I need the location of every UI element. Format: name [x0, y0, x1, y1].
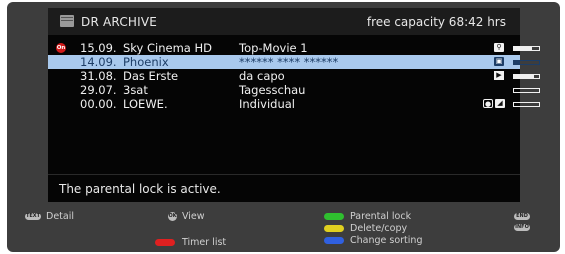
recording-date: 15.09. [80, 41, 117, 55]
recording-station: Sky Cinema HD [123, 41, 213, 55]
archive-panel: DR ARCHIVE free capacity 68:42 hrs On 15… [48, 8, 540, 202]
recording-progress-bar [513, 60, 540, 65]
change-sorting-action[interactable]: Change sorting [350, 235, 422, 246]
recording-progress-bar [513, 88, 540, 93]
recording-programme: Tagesschau [239, 83, 306, 97]
recording-station: Das Erste [123, 69, 179, 83]
timer-list-action[interactable]: Timer list [182, 237, 226, 248]
ok-key-icon: OK [168, 212, 177, 221]
status-message: The parental lock is active. [59, 182, 221, 196]
remote-key-legend: TEXT Detail OK View Timer list Parental … [7, 206, 560, 252]
progress-fill [514, 75, 534, 78]
recording-progress-bar [513, 102, 540, 107]
view-action[interactable]: View [182, 211, 205, 222]
delete-copy-action[interactable]: Delete/copy [350, 223, 407, 234]
free-capacity: free capacity 68:42 hrs [366, 15, 506, 29]
key-icon: ⚲ [494, 43, 504, 52]
text-key-icon: TEXT [25, 213, 41, 220]
recording-date: 31.08. [80, 69, 117, 83]
recording-programme: da capo [239, 69, 285, 83]
recording-programme: Individual [239, 97, 296, 111]
tv-screen: DR ARCHIVE free capacity 68:42 hrs On 15… [7, 2, 560, 252]
recording-date: 14.09. [80, 55, 117, 69]
recording-row[interactable]: 00.00. LOEWE. Individual ● ◢ [48, 97, 540, 111]
progress-fill [514, 61, 521, 64]
recording-station: 3sat [123, 83, 148, 97]
detail-action[interactable]: Detail [46, 211, 74, 222]
progress-fill [514, 47, 532, 50]
recording-row[interactable]: 31.08. Das Erste da capo ▶ [48, 69, 540, 83]
lock-icon: ▣ [494, 57, 504, 66]
recording-date: 29.07. [80, 83, 117, 97]
recording-progress-bar [513, 46, 540, 51]
recording-station: Phoenix [123, 55, 169, 69]
recording-date: 00.00. [80, 97, 117, 111]
recording-progress-bar [513, 74, 540, 79]
blue-key-icon [324, 237, 344, 244]
play-icon: ▶ [494, 71, 504, 80]
new-recording-badge: On [56, 43, 66, 53]
info-key-icon[interactable]: INFO [514, 224, 530, 231]
end-key-icon[interactable]: END [514, 213, 530, 220]
recording-programme: ****** **** ****** [239, 55, 339, 69]
recording-row[interactable]: 29.07. 3sat Tagesschau [48, 83, 540, 97]
page-title: DR ARCHIVE [81, 15, 158, 29]
recording-programme: Top-Movie 1 [239, 41, 308, 55]
green-key-icon [324, 213, 344, 220]
parental-lock-action[interactable]: Parental lock [350, 211, 411, 222]
recording-row-selected[interactable]: 14.09. Phoenix ****** **** ****** ▣ [48, 55, 540, 69]
divider [48, 174, 520, 175]
recording-station: LOEWE. [123, 97, 168, 111]
recording-row[interactable]: On 15.09. Sky Cinema HD Top-Movie 1 ⚲ [48, 41, 540, 55]
title-bar: DR ARCHIVE free capacity 68:42 hrs [48, 8, 520, 35]
circle-icon: ● [483, 99, 493, 108]
red-key-icon [155, 239, 175, 246]
archive-folder-icon [60, 15, 74, 27]
half-square-icon: ◢ [495, 99, 505, 108]
yellow-key-icon [324, 225, 344, 232]
